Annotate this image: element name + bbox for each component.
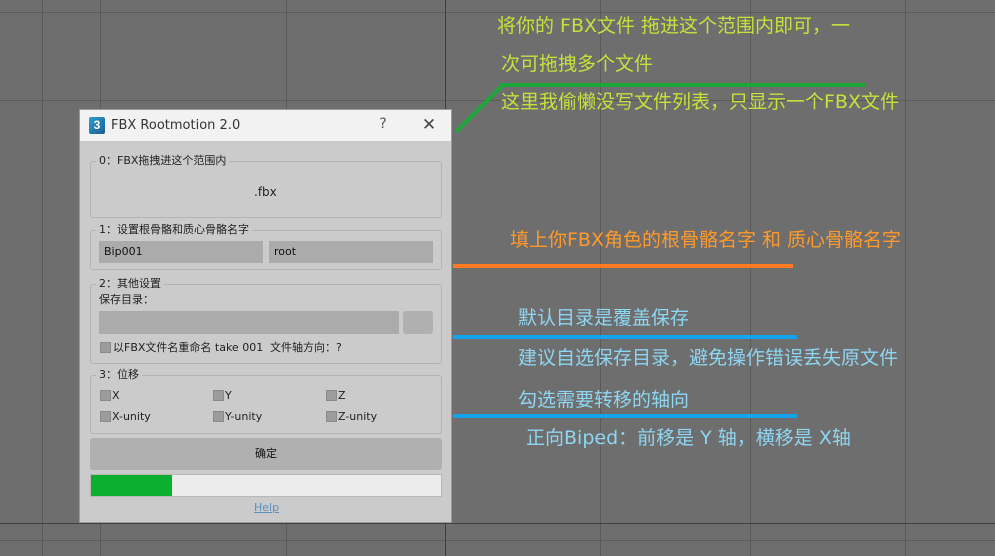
annotation-drag-hint: 将你的 FBX文件 拖进这个范围内即可，一 xyxy=(497,15,851,37)
root-bone-input[interactable]: Bip001 xyxy=(99,241,263,263)
annotation-underline-blue xyxy=(453,335,797,339)
axis-y-checkbox[interactable] xyxy=(213,390,224,401)
axis-z-unity-label: Z-unity xyxy=(338,410,378,423)
axis-y-label: Y xyxy=(225,389,232,402)
fbx-drop-zone[interactable]: 0：FBX拖拽进这个范围内 .fbx xyxy=(90,154,442,218)
axis-x-checkbox[interactable] xyxy=(100,390,111,401)
annotation-biped-axes: 正向Biped：前移是 Y 轴，横移是 X轴 xyxy=(526,427,851,449)
axis-z-checkbox[interactable] xyxy=(326,390,337,401)
annotation-pointer-green xyxy=(454,83,505,134)
bones-group-title: 1：设置根骨骼和质心骨骼名字 xyxy=(96,223,252,237)
annotation-underline-blue xyxy=(453,414,797,418)
axis-x-label: X xyxy=(112,389,120,402)
axis-x-unity-checkbox[interactable] xyxy=(100,411,111,422)
axis-y-unity-label: Y-unity xyxy=(225,410,263,423)
3ds-max-icon: 3 xyxy=(89,117,105,134)
viewport-grid-line xyxy=(0,12,995,13)
viewport-axis-line-horizontal xyxy=(0,523,995,524)
viewport-grid-line xyxy=(42,0,43,556)
annotation-axis-select: 勾选需要转移的轴向 xyxy=(518,389,690,411)
fbx-rootmotion-dialog: 3 FBX Rootmotion 2.0 ? ✕ 0：FBX拖拽进这个范围内 .… xyxy=(79,109,452,523)
annotation-bone-names: 填上你FBX角色的根骨骼名字 和 质心骨骼名字 xyxy=(510,229,902,251)
displacement-group: 3：位移 xyxy=(90,368,442,434)
axis-z-label: Z xyxy=(338,389,346,402)
help-icon[interactable]: ? xyxy=(376,116,390,132)
annotation-drag-hint-cont: 次可拖拽多个文件 xyxy=(501,53,654,75)
save-dir-input[interactable] xyxy=(99,311,399,334)
annotation-underline-orange xyxy=(453,264,793,268)
mass-bone-input[interactable]: root xyxy=(269,241,433,263)
annotation-default-dir: 默认目录是覆盖保存 xyxy=(518,307,690,329)
close-icon[interactable]: ✕ xyxy=(420,115,438,135)
axis-z-unity-checkbox[interactable] xyxy=(326,411,337,422)
viewport-grid-line xyxy=(905,0,906,556)
annotation-underline-green xyxy=(500,83,865,87)
confirm-button[interactable]: 确定 xyxy=(90,438,442,470)
title-bar[interactable]: 3 FBX Rootmotion 2.0 ? ✕ xyxy=(80,110,451,141)
annotation-dir-advice: 建议自选保存目录，避免操作错误丢失原文件 xyxy=(518,347,899,369)
viewport-grid-line xyxy=(0,540,995,541)
dropped-file-name: .fbx xyxy=(254,185,277,199)
rename-take-label: 以FBX文件名重命名 take 001 xyxy=(113,341,264,354)
window-title: FBX Rootmotion 2.0 xyxy=(111,118,241,133)
axis-direction-label: 文件轴方向：? xyxy=(270,341,342,354)
save-dir-label: 保存目录： xyxy=(99,293,154,306)
drop-group-title: 0：FBX拖拽进这个范围内 xyxy=(96,154,230,168)
progress-bar xyxy=(90,474,442,497)
move-group-title: 3：位移 xyxy=(96,368,142,382)
help-link[interactable]: Help xyxy=(254,501,279,514)
rename-take-checkbox[interactable] xyxy=(100,342,111,353)
other-group-title: 2：其他设置 xyxy=(96,277,164,291)
progress-fill xyxy=(91,475,172,496)
browse-dir-button[interactable] xyxy=(403,311,433,334)
axis-y-unity-checkbox[interactable] xyxy=(213,411,224,422)
annotation-file-list-note: 这里我偷懒没写文件列表，只显示一个FBX文件 xyxy=(501,91,899,113)
axis-x-unity-label: X-unity xyxy=(112,410,151,423)
